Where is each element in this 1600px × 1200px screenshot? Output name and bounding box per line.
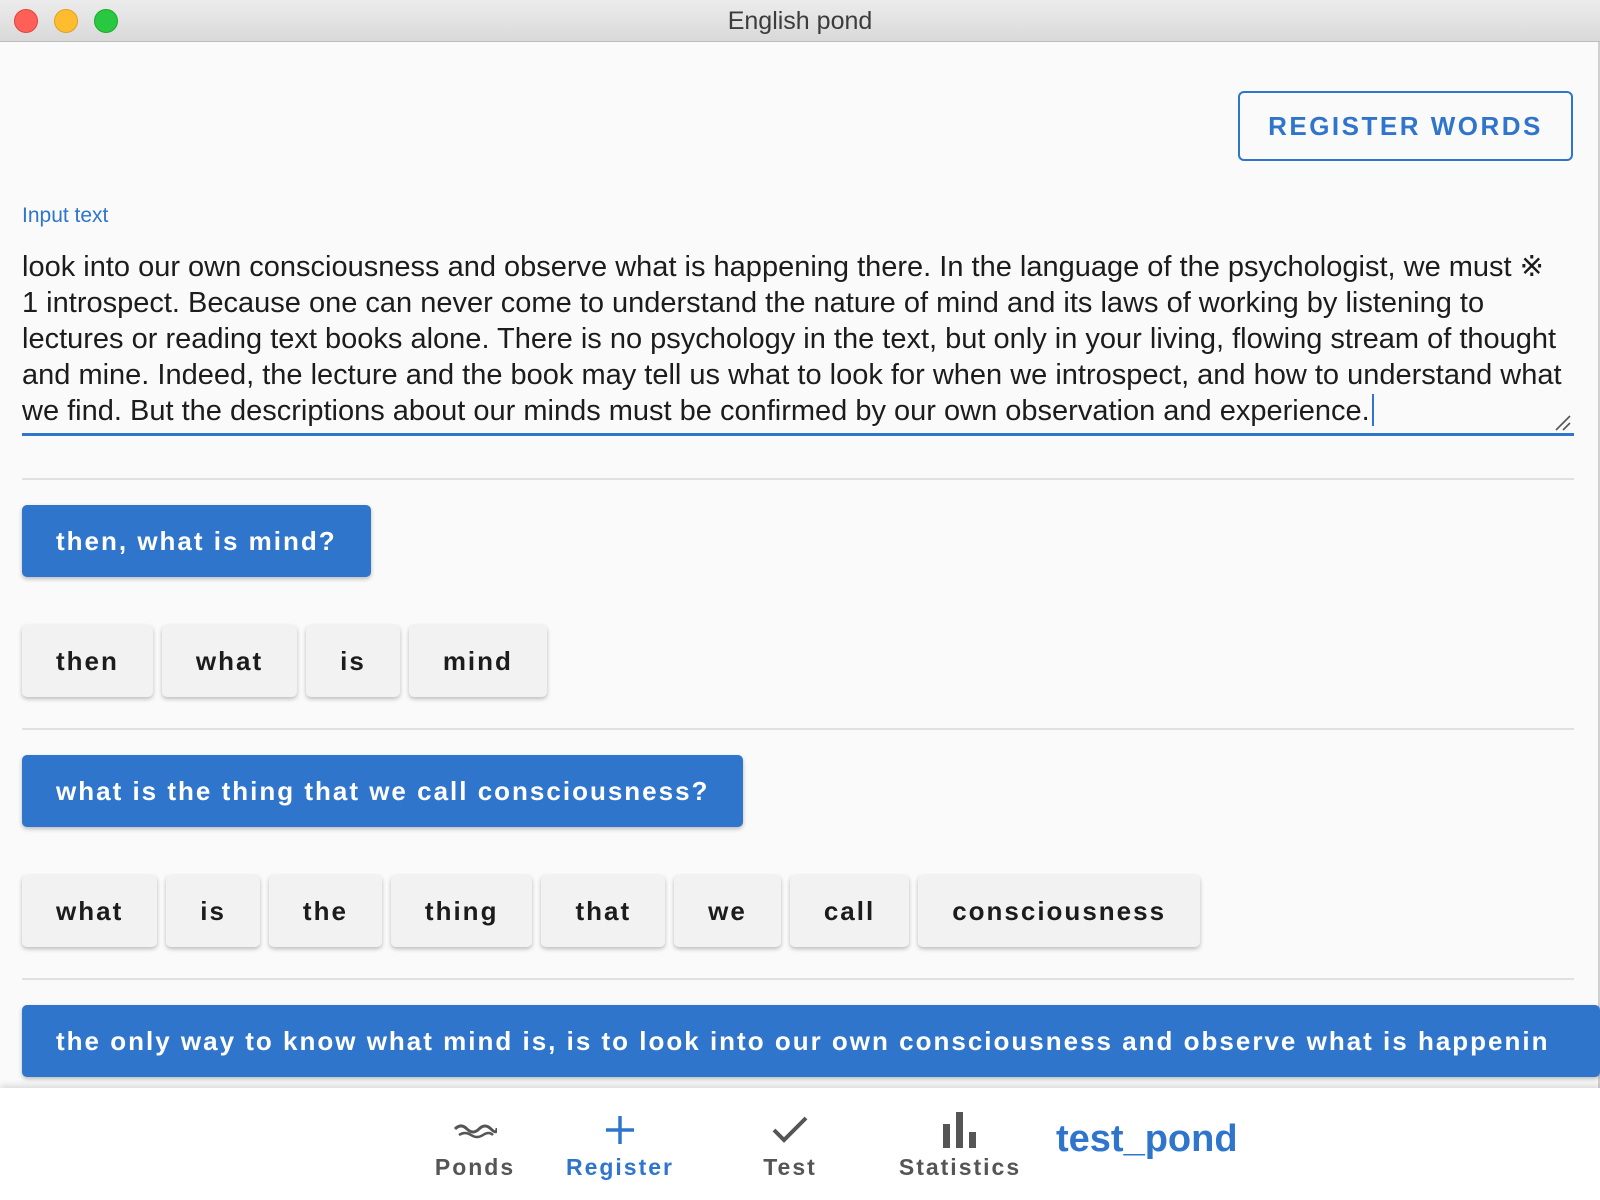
wave-icon <box>450 1110 500 1150</box>
nav-item-ponds[interactable]: Ponds <box>410 1088 540 1200</box>
nav-item-register[interactable]: Register <box>560 1088 680 1200</box>
word-button[interactable]: what <box>161 625 298 697</box>
window-title: English pond <box>727 7 873 35</box>
register-words-button[interactable]: REGISTER WORDS <box>1238 91 1573 161</box>
divider <box>22 728 1574 730</box>
word-button[interactable]: mind <box>408 625 547 697</box>
input-text-area[interactable]: look into our own consciousness and obse… <box>22 218 1574 435</box>
nav-item-statistics[interactable]: Statistics <box>895 1088 1025 1200</box>
current-pond-name: test_pond <box>1056 1118 1238 1160</box>
sentence-button[interactable]: then, what is mind? <box>22 505 371 577</box>
check-icon <box>765 1110 815 1150</box>
word-button[interactable]: thing <box>390 875 533 947</box>
nav-label: Test <box>763 1154 817 1180</box>
nav-label: Statistics <box>898 1154 1022 1180</box>
input-text-label: Input text <box>22 204 109 227</box>
word-button[interactable]: we <box>674 875 781 947</box>
nav-label: Ponds <box>434 1154 516 1180</box>
sentence-button[interactable]: what is the thing that we call conscious… <box>22 755 744 827</box>
word-button[interactable]: is <box>306 625 400 697</box>
sentence-button[interactable]: the only way to know what mind is, is to… <box>22 1005 1600 1077</box>
plus-icon <box>595 1110 645 1150</box>
word-button[interactable]: the <box>268 875 382 947</box>
divider <box>22 478 1574 480</box>
word-button[interactable]: is <box>166 875 260 947</box>
bottom-navigation: Ponds Register Test Statistics <box>0 1088 1600 1200</box>
bar-chart-icon <box>935 1110 985 1150</box>
word-row: what is the thing that we call conscious… <box>22 875 1201 947</box>
word-row: then what is mind <box>22 625 547 697</box>
word-button[interactable]: what <box>22 875 158 947</box>
input-text-content: look into our own consciousness and obse… <box>22 251 1562 427</box>
word-button[interactable]: then <box>22 625 153 697</box>
resize-grip-icon[interactable] <box>1554 414 1572 432</box>
word-button[interactable]: consciousness <box>918 875 1201 947</box>
word-button[interactable]: call <box>789 875 910 947</box>
window-titlebar: English pond <box>0 0 1600 42</box>
nav-item-test[interactable]: Test <box>740 1088 840 1200</box>
nav-label: Register <box>565 1154 675 1180</box>
input-text-value: look into our own consciousness and obse… <box>22 249 1562 429</box>
text-caret <box>1371 394 1374 426</box>
word-button[interactable]: that <box>541 875 666 947</box>
input-underline <box>22 433 1574 436</box>
divider <box>22 978 1574 980</box>
